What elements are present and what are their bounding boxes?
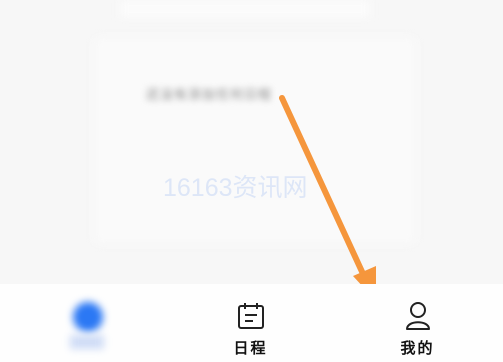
calendar-icon	[238, 303, 264, 329]
tab-home-label	[70, 335, 104, 349]
user-icon	[406, 302, 430, 330]
tab-mine[interactable]: 我的	[334, 284, 501, 362]
tab-schedule[interactable]: 日程	[167, 284, 334, 362]
tab-schedule-label: 日程	[233, 339, 268, 357]
home-icon	[73, 302, 103, 332]
tab-home[interactable]	[0, 284, 167, 362]
bottom-tab-bar: 日程 我的	[0, 284, 503, 362]
tab-mine-label: 我的	[400, 339, 435, 357]
